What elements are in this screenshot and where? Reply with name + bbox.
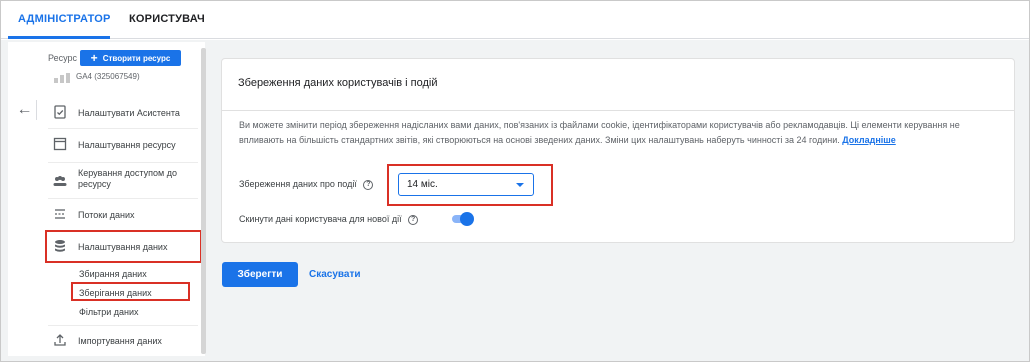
cancel-button[interactable]: Скасувати <box>309 269 361 280</box>
tab-admin[interactable]: АДМІНІСТРАТОР <box>18 13 111 25</box>
sidebar-item-label: Потоки даних <box>78 210 135 220</box>
reset-user-data-label: Скинути дані користувача для нової дії ? <box>239 214 419 225</box>
sidebar-subitem-data-collection[interactable]: Збирання даних <box>79 269 147 279</box>
create-resource-label: Створити ресурс <box>102 53 171 63</box>
divider <box>48 325 198 326</box>
divider <box>48 128 198 129</box>
save-button[interactable]: Зберегти <box>222 262 298 287</box>
plus-icon: + <box>90 51 98 65</box>
help-icon[interactable]: ? <box>363 179 374 190</box>
highlight-box <box>387 164 553 206</box>
sidebar-item-property-settings[interactable]: Налаштування ресурсу <box>48 136 198 156</box>
sidebar-item-label: Керування доступом до ресурсу <box>78 168 177 189</box>
back-arrow-icon[interactable]: ← <box>13 100 37 120</box>
sidebar-subitem-data-filters[interactable]: Фільтри даних <box>79 307 139 317</box>
tab-user[interactable]: КОРИСТУВАЧ <box>129 13 205 25</box>
help-icon[interactable]: ? <box>408 214 419 225</box>
highlight-box <box>45 230 202 263</box>
streams-icon <box>55 209 65 219</box>
reset-user-data-toggle[interactable] <box>452 212 474 226</box>
learn-more-link[interactable]: Докладніше <box>842 135 896 145</box>
sidebar-item-label: Налаштувати Асистента <box>78 108 180 118</box>
analytics-logo-icon <box>54 73 70 83</box>
people-icon <box>53 176 67 186</box>
top-tabs: АДМІНІСТРАТОР КОРИСТУВАЧ <box>1 1 1029 39</box>
upload-icon <box>54 334 66 346</box>
sidebar-item-data-import[interactable]: Імпортування даних <box>48 332 198 352</box>
sidebar-item-label: Імпортування даних <box>78 336 162 346</box>
card-description: Ви можете змінити період збереження наді… <box>239 118 999 148</box>
create-resource-button[interactable]: + Створити ресурс <box>80 50 181 66</box>
reset-user-data-label-text: Скинути дані користувача для нової дії <box>239 214 402 224</box>
active-tab-indicator <box>8 36 110 39</box>
highlight-box <box>71 282 190 301</box>
divider <box>222 110 1014 111</box>
property-name: GA4 (325067549) <box>76 72 140 81</box>
toggle-knob <box>460 212 474 226</box>
sidebar-item-setup-assistant[interactable]: Налаштувати Асистента <box>48 104 198 124</box>
card-title: Збереження даних користувачів і подій <box>238 77 438 89</box>
sidebar-scrollbar[interactable] <box>201 48 206 354</box>
checklist-icon <box>54 105 66 119</box>
divider <box>48 162 198 163</box>
sidebar-item-access-management[interactable]: Керування доступом до ресурсу <box>48 168 198 194</box>
resource-label: Ресурс <box>48 53 78 63</box>
divider <box>48 198 198 199</box>
event-retention-label-text: Збереження даних про події <box>239 179 357 189</box>
event-retention-label: Збереження даних про події ? <box>239 179 374 190</box>
sidebar-item-label: Налаштування ресурсу <box>78 140 176 150</box>
sidebar-item-data-streams[interactable]: Потоки даних <box>48 206 198 226</box>
window-icon <box>53 137 67 151</box>
